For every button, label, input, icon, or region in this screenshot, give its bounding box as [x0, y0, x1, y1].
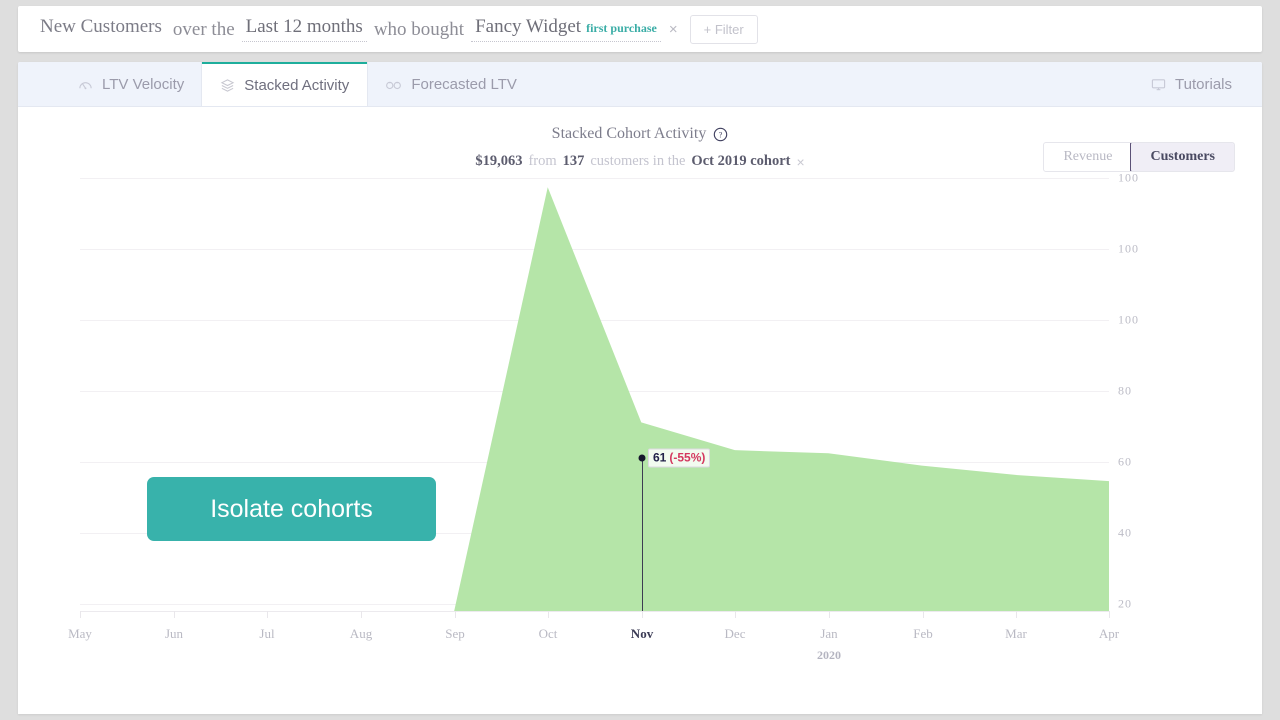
gridline: [80, 178, 1109, 179]
y-axis-label: 80: [1118, 383, 1132, 398]
x-axis-year-label: 2020: [817, 648, 841, 662]
query-connector-2: who bought: [373, 18, 465, 40]
marker-value: 61: [653, 450, 667, 465]
gridline: [80, 462, 1109, 463]
query-product: Fancy Widget: [475, 15, 582, 37]
clear-cohort-icon[interactable]: ×: [796, 154, 804, 170]
layers-icon: [220, 78, 235, 93]
marker-vertical-line: [642, 458, 643, 611]
y-axis-label: 100: [1118, 312, 1139, 327]
x-tick: [455, 611, 456, 618]
tutorials-label: Tutorials: [1175, 75, 1232, 93]
x-tick: [80, 611, 81, 618]
gauge-icon: [78, 77, 93, 92]
tab-label: Stacked Activity: [244, 76, 350, 94]
query-remove-icon[interactable]: ×: [661, 21, 688, 38]
y-axis-label: 40: [1118, 525, 1132, 540]
add-filter-button[interactable]: + Filter: [689, 14, 758, 44]
marker-change: (-55%): [669, 450, 706, 465]
gridline: [80, 320, 1109, 321]
x-tick: [174, 611, 175, 618]
x-tick: [361, 611, 362, 618]
gridline: [80, 391, 1109, 392]
chart-title: Stacked Cohort Activity ?: [18, 125, 1262, 143]
tab-label: Forecasted LTV: [411, 75, 517, 93]
x-axis-label-feb: Feb: [913, 626, 933, 641]
x-axis-label-may: May: [68, 626, 92, 641]
tab-label: LTV Velocity: [102, 75, 185, 93]
gridline: [80, 249, 1109, 250]
isolate-cohorts-callout[interactable]: Isolate cohorts: [147, 477, 436, 541]
question-circle-icon[interactable]: ?: [713, 125, 728, 143]
subtitle-cohort: Oct 2019 cohort: [691, 153, 791, 169]
y-axis-label: 20: [1118, 596, 1132, 611]
y-axis-label: 60: [1118, 454, 1132, 469]
y-axis-label: 100: [1118, 241, 1139, 256]
x-axis-label-mar: Mar: [1005, 626, 1027, 641]
tab-stacked-activity[interactable]: Stacked Activity: [202, 62, 368, 106]
x-tick: [267, 611, 268, 618]
x-axis-label-sep: Sep: [445, 626, 465, 641]
subtitle-count: 137: [562, 153, 585, 169]
marker-tooltip: 61 (-55%): [648, 448, 711, 468]
x-tick: [735, 611, 736, 618]
x-axis-label-aug: Aug: [349, 626, 373, 641]
query-bar: New Customers over the Last 12 months wh…: [18, 6, 1262, 52]
x-axis-label-oct: Oct: [538, 626, 558, 641]
x-axis-label-nov: Nov: [630, 626, 654, 641]
tab-bar: LTV Velocity Stacked Activity Forecasted…: [18, 62, 1262, 107]
monitor-icon: [1151, 77, 1166, 92]
x-tick: [829, 611, 830, 618]
callout-label: Isolate cohorts: [210, 494, 373, 523]
x-axis-label-jan: Jan: [820, 626, 838, 641]
tab-ltv-velocity[interactable]: LTV Velocity: [60, 62, 202, 106]
x-axis-label-jul: Jul: [259, 626, 275, 641]
x-axis-label-jun: Jun: [164, 626, 184, 641]
marker-dot: [638, 454, 646, 462]
x-tick: [642, 611, 643, 618]
x-axis-label-dec: Dec: [724, 626, 746, 641]
query-period[interactable]: Last 12 months: [241, 16, 367, 43]
query-connector-1: over the: [172, 18, 235, 40]
gridline: [80, 604, 1109, 605]
analytics-card: LTV Velocity Stacked Activity Forecasted…: [18, 62, 1262, 714]
binocular-icon: [385, 77, 402, 92]
tutorials-button[interactable]: Tutorials: [1133, 62, 1262, 106]
query-product-tag: first purchase: [586, 20, 657, 35]
tab-forecasted-ltv[interactable]: Forecasted LTV: [367, 62, 535, 106]
svg-text:?: ?: [719, 131, 723, 140]
subtitle-from: from: [528, 153, 557, 169]
toggle-option-revenue[interactable]: Revenue: [1044, 143, 1131, 171]
y-axis-label: 100: [1118, 170, 1139, 185]
query-subject[interactable]: New Customers: [36, 16, 166, 42]
x-tick: [548, 611, 549, 618]
x-axis-line: [80, 611, 1109, 612]
chart-title-text: Stacked Cohort Activity: [551, 125, 707, 142]
metric-toggle: Revenue Customers: [1043, 142, 1235, 172]
x-tick: [1016, 611, 1017, 618]
x-tick: [1109, 611, 1110, 618]
x-axis-label-apr: Apr: [1098, 626, 1120, 641]
subtitle-customers-text: customers in the: [590, 153, 686, 169]
subtitle-revenue: $19,063: [475, 153, 523, 169]
toggle-option-customers[interactable]: Customers: [1130, 143, 1235, 171]
x-tick: [923, 611, 924, 618]
query-product-group[interactable]: Fancy Widget first purchase: [471, 16, 661, 43]
